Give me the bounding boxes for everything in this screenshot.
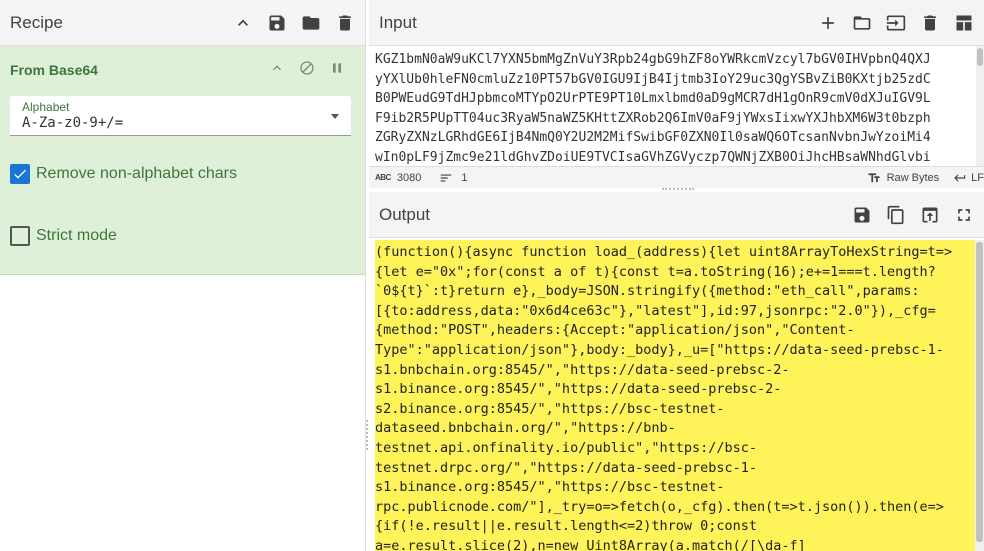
lines-icon [441,174,452,181]
strict-mode-checkbox[interactable]: Strict mode [10,226,117,246]
recipe-title: Recipe [10,12,63,32]
input-line: B0PWEudG9TdHJpbmcoMTYpO2UrPTE9PT10Lmxlbm… [375,91,931,107]
encoding-value: Raw Bytes [886,171,940,184]
output-line: testnet.drpc.org/","https://data-seed-pr… [375,459,758,476]
output-line: s1.bnbchain.org:8545/","https://data-see… [375,361,790,378]
output-line: a=e.result.slice(2),n=new Uint8Array(a.m… [375,537,806,551]
save-recipe-icon[interactable] [267,13,287,33]
disable-operation-icon[interactable] [299,60,315,76]
output-line: dataseed.bnbchain.org/","https://bnb- [375,420,676,437]
output-line: s1.binance.org:8545/","https://bsc-testn… [375,479,725,496]
line-count: 1 [439,171,467,185]
output-line: s1.binance.org:8545/","https://data-seed… [375,381,782,398]
char-count-value: 3080 [396,171,422,184]
return-icon [954,174,966,181]
checkbox-unchecked-icon[interactable] [10,226,30,246]
reset-layout-icon[interactable] [954,13,974,33]
eol-selector[interactable]: LF [953,171,984,185]
open-file-icon[interactable] [886,13,906,33]
output-header: Output [369,192,984,238]
horizontal-resize-handle[interactable] [662,188,694,191]
maximize-output-icon[interactable] [954,205,974,225]
char-count: ABC 3080 [375,172,421,184]
eol-value: LF [971,171,984,184]
dropdown-caret-icon [331,114,339,119]
abc-icon: ABC [375,173,391,182]
input-pane: Input KGZ1bmN0aW9uKCl7YXN5bmMgZnVuY3Rpb2… [369,0,984,190]
output-line: Type":"application/json"},body:_body},_u… [375,341,944,358]
open-folder-icon[interactable] [852,13,872,33]
alphabet-label: Alphabet [22,100,70,114]
strict-mode-label: Strict mode [36,227,117,244]
recipe-panel: Recipe From Base64 Alphabet A-Za-z0-9+/=… [0,0,366,551]
save-output-icon[interactable] [852,205,872,225]
output-line: testnet.api.onfinality.io/public","https… [375,439,758,456]
output-scrollbar[interactable] [975,240,984,551]
input-line: yYXlUb0hleFN0cmluZz10PT57bGV0IGU9IjB4Ijt… [375,71,931,87]
replace-input-icon[interactable] [920,205,940,225]
recipe-header: Recipe [0,0,365,46]
encoding-selector[interactable]: Raw Bytes [867,171,940,185]
input-line: wIn0pLF9jZmc9e21ldGhvZDoiUE9TVCIsaGVhZGV… [375,149,931,165]
text-format-icon [868,172,880,182]
output-line: {if(!e.result||e.result.length<=2)throw … [375,518,758,535]
output-pane: Output (function(){async function load_(… [369,192,984,551]
output-line: {method:"POST",headers:{Accept:"applicat… [375,322,855,339]
input-title: Input [379,12,417,32]
output-line: rpc.publicnode.com/"],_try=o=>fetch(o,_c… [375,498,944,515]
input-line: ZGRyZXNzLGRhdGE6IjB4NmQ0Y2U2M2MifSwibGF0… [375,130,931,146]
input-line: F9ib2R5PUpTT04uc3RyaW5naWZ5KHttZXRob2Q6I… [375,110,931,126]
add-tab-icon[interactable] [818,13,838,33]
input-status-bar: ABC 3080 1 Raw Bytes LF [369,166,984,188]
copy-output-icon[interactable] [886,205,906,225]
line-count-value: 1 [461,171,468,184]
output-line: {let e="0x";for(const a of t){const t=a.… [375,263,936,280]
load-recipe-icon[interactable] [301,13,321,33]
input-header: Input [369,0,984,46]
output-line: s2.binance.org:8545/","https://bsc-testn… [375,400,725,417]
collapse-all-icon[interactable] [233,13,253,33]
output-line: (function(){async function load_(address… [375,244,953,260]
collapse-operation-icon[interactable] [269,60,285,76]
alphabet-select[interactable]: Alphabet A-Za-z0-9+/= [10,96,351,136]
clear-recipe-icon[interactable] [335,13,355,33]
remove-non-alphabet-label: Remove non-alphabet chars [36,165,238,182]
alphabet-value: A-Za-z0-9+/= [22,115,124,131]
output-line: [{to:address,data:"0x6d4ce63c"},"latest"… [375,302,936,319]
output-title: Output [379,204,431,224]
checkbox-checked-icon[interactable] [10,164,30,184]
input-textarea[interactable]: KGZ1bmN0aW9uKCl7YXN5bmMgZnVuY3Rpb24gbG9h… [369,46,984,166]
pause-operation-icon[interactable] [329,60,345,76]
operation-from-base64: From Base64 Alphabet A-Za-z0-9+/= Remove… [0,46,365,275]
output-text[interactable]: (function(){async function load_(address… [375,240,975,551]
output-line: `0${t}`:t}return e},_body=JSON.stringify… [375,283,920,300]
clear-input-icon[interactable] [920,13,940,33]
remove-non-alphabet-checkbox[interactable]: Remove non-alphabet chars [10,164,237,184]
input-scrollbar[interactable] [976,46,984,166]
operation-title: From Base64 [10,62,98,78]
input-line: KGZ1bmN0aW9uKCl7YXN5bmMgZnVuY3Rpb24gbG9h… [375,52,931,67]
